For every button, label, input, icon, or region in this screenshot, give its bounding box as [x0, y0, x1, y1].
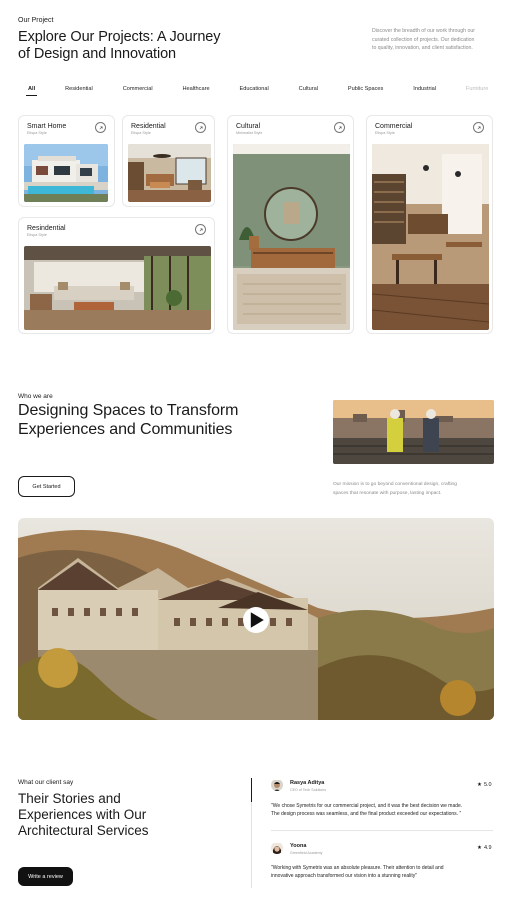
scroll-indicator[interactable] — [251, 778, 252, 802]
arrow-up-right-icon[interactable] — [195, 224, 206, 235]
about-eyebrow: Who we are — [18, 393, 53, 400]
filter-tab-healthcare[interactable]: Healthcare — [183, 86, 210, 96]
star-icon: ★ — [477, 782, 482, 788]
arrow-up-right-icon[interactable] — [195, 122, 206, 133]
projects-title: Explore Our Projects: A Journey of Desig… — [18, 29, 221, 62]
avatar — [271, 842, 283, 854]
commercial-photo — [372, 144, 489, 330]
review-name: Yoona — [290, 843, 307, 849]
living-room-photo — [24, 246, 211, 330]
arrow-up-right-icon[interactable] — [473, 122, 484, 133]
filter-tab-cultural[interactable]: Cultural — [299, 86, 318, 96]
project-card-cultural[interactable]: Cultural Minimalist Style — [227, 115, 354, 334]
get-started-button[interactable]: Get Started — [18, 476, 75, 497]
filter-tabs: All Residential Commercial Healthcare Ed… — [18, 86, 488, 100]
filter-tab-all[interactable]: All — [25, 86, 38, 96]
filter-tab-commercial[interactable]: Commercial — [123, 86, 153, 96]
filter-tab-educational[interactable]: Educational — [240, 86, 269, 96]
residential-photo — [128, 144, 211, 202]
review-name: Rasya Aditya — [290, 780, 325, 786]
project-card-resindential[interactable]: Resindential Elispa Style — [18, 217, 215, 334]
review-role: Greenfield Academy — [290, 851, 323, 855]
review-rating: ★ 4.9 — [477, 845, 492, 851]
review-quote: "We chose Symetris for our commercial pr… — [271, 803, 463, 817]
project-card-residential[interactable]: Residential Elispa Style — [122, 115, 215, 207]
project-card-commercial[interactable]: Commercial Elispa Style — [366, 115, 493, 334]
arrow-up-right-icon[interactable] — [95, 122, 106, 133]
filter-tab-residential[interactable]: Residential — [65, 86, 93, 96]
filter-tab-furniture[interactable]: Furniture — [466, 86, 488, 96]
castle-video[interactable] — [18, 518, 494, 720]
review-role: CEO of Tech Solutions — [290, 788, 327, 792]
review-divider — [271, 830, 493, 831]
about-title: Designing Spaces to Transform Experience… — [18, 402, 239, 438]
play-icon[interactable] — [243, 607, 269, 633]
star-icon: ★ — [477, 845, 482, 851]
filter-tab-industrial[interactable]: Industrial — [413, 86, 436, 96]
smart-home-photo — [24, 144, 108, 202]
review-quote: "Working with Symetris was an absolute p… — [271, 865, 444, 879]
workers-photo — [333, 400, 494, 464]
projects-eyebrow: Our Project — [18, 17, 54, 24]
mission-text: Our mission is to go beyond conventional… — [333, 482, 457, 496]
filter-tab-public-spaces[interactable]: Public Spaces — [348, 86, 383, 96]
testimonials-eyebrow: What our client say — [18, 779, 74, 786]
review-rating: ★ 5.0 — [477, 782, 492, 788]
projects-description: Discover the breadth of our work through… — [372, 28, 475, 51]
testimonials-title: Their Stories and Experiences with Our A… — [18, 791, 149, 838]
avatar — [271, 779, 283, 791]
arrow-up-right-icon[interactable] — [334, 122, 345, 133]
write-review-button[interactable]: Write a review — [18, 867, 73, 886]
cultural-photo — [233, 144, 350, 330]
project-card-smart-home[interactable]: Smart Home Elispa Style — [18, 115, 115, 207]
